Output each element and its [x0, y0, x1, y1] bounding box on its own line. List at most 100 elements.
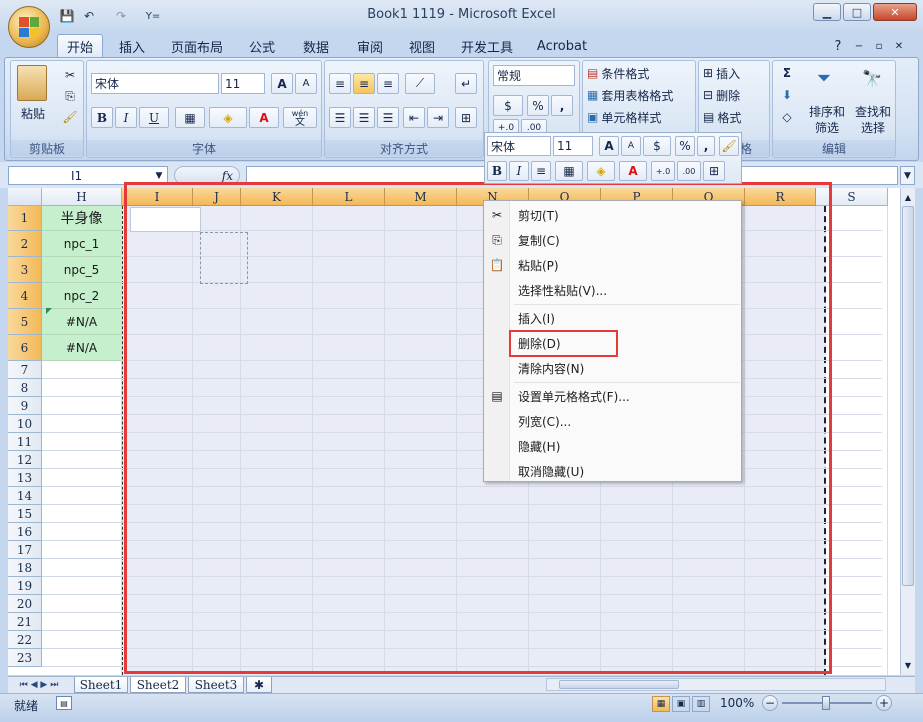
cell-h7[interactable] [42, 361, 122, 379]
vertical-scrollbar[interactable]: ▲ ▼ [900, 188, 915, 675]
cell-h14[interactable] [42, 487, 122, 505]
underline-button[interactable]: U [139, 107, 169, 128]
paste-button[interactable]: 粘贴 [13, 103, 53, 123]
expand-formula-icon[interactable]: ▼ [900, 166, 915, 185]
row-header-18[interactable]: 18 [8, 559, 42, 577]
context-menu-item[interactable]: 插入(I) [484, 306, 741, 330]
ribbon-minimize-icon[interactable]: − [852, 34, 866, 58]
row-header-10[interactable]: 10 [8, 415, 42, 433]
cell-h19[interactable] [42, 577, 122, 595]
mini-font-select[interactable]: 宋体 [487, 136, 551, 156]
tab-view[interactable]: 视图 [402, 34, 442, 58]
row-header-7[interactable]: 7 [8, 361, 42, 379]
conditional-format-button[interactable]: ▤ 条件格式 [587, 63, 691, 83]
row-header-13[interactable]: 13 [8, 469, 42, 487]
row-header-22[interactable]: 22 [8, 631, 42, 649]
row-header-5[interactable]: 5 [8, 309, 42, 335]
tab-acrobat[interactable]: Acrobat [532, 34, 592, 58]
cell-h9[interactable] [42, 397, 122, 415]
align-left-icon[interactable]: ☰ [329, 107, 351, 128]
comma-button[interactable]: , [551, 95, 573, 116]
number-format-select[interactable]: 常规 [493, 65, 575, 86]
cell-h13[interactable] [42, 469, 122, 487]
align-right-icon[interactable]: ☰ [377, 107, 399, 128]
select-all-corner[interactable] [8, 188, 42, 206]
cell-h17[interactable] [42, 541, 122, 559]
insert-cells-button[interactable]: ⊞ 插入 [703, 63, 767, 83]
format-painter-icon[interactable]: 🖌 [61, 107, 79, 127]
sheet-tab-sheet1[interactable]: Sheet1 [74, 677, 128, 693]
close-button[interactable]: ✕ [873, 3, 917, 21]
mini-shrink-font-icon[interactable]: A [621, 136, 641, 156]
sheet-nav-icons[interactable]: ⏮ ◀ ▶ ⏭ [10, 678, 68, 692]
orientation-icon[interactable]: ⟋ [405, 73, 435, 94]
cell-h4[interactable]: npc_2 [42, 283, 122, 309]
fill-color-icon[interactable]: ◈ [209, 107, 247, 128]
tab-data[interactable]: 数据 [296, 34, 336, 58]
cell-h5[interactable]: #N/A [42, 309, 122, 335]
cell-h3[interactable]: npc_5 [42, 257, 122, 283]
mini-merge-icon[interactable]: ⊞ [703, 161, 725, 181]
borders-icon[interactable]: ▦ [175, 107, 205, 128]
zoom-level[interactable]: 100% [720, 696, 754, 710]
row-header-16[interactable]: 16 [8, 523, 42, 541]
align-middle-icon[interactable]: ≡ [353, 73, 375, 94]
cell-h15[interactable] [42, 505, 122, 523]
shrink-font-button[interactable]: A [295, 73, 317, 94]
zoom-in-button[interactable]: + [876, 695, 892, 711]
row-header-8[interactable]: 8 [8, 379, 42, 397]
tab-formulas[interactable]: 公式 [242, 34, 282, 58]
error-indicator-icon[interactable] [46, 308, 52, 314]
hscroll-thumb[interactable] [559, 680, 679, 689]
fill-icon[interactable]: ⬇ [777, 85, 797, 105]
clear-icon[interactable]: ◇ [777, 107, 797, 127]
mini-borders-icon[interactable]: ▦ [555, 161, 583, 181]
mini-currency-icon[interactable]: $ [643, 136, 671, 156]
filter-label[interactable]: 筛选 [805, 117, 849, 137]
context-menu-item[interactable]: ⎘ 复制(C) [484, 228, 741, 252]
cell-h22[interactable] [42, 631, 122, 649]
cell-h12[interactable] [42, 451, 122, 469]
currency-icon[interactable]: $ [493, 95, 523, 116]
cell-h1[interactable]: 半身像 [42, 206, 122, 231]
wrap-text-icon[interactable]: ↵ [455, 73, 477, 94]
row-header-15[interactable]: 15 [8, 505, 42, 523]
paste-icon[interactable] [17, 65, 47, 101]
row-header-6[interactable]: 6 [8, 335, 42, 361]
cell-h10[interactable] [42, 415, 122, 433]
sort-filter-icon[interactable]: ⏷ [809, 65, 839, 91]
mini-percent-button[interactable]: % [675, 136, 695, 156]
zoom-out-button[interactable]: − [762, 695, 778, 711]
context-menu-item[interactable]: 取消隐藏(U) [484, 459, 741, 483]
horizontal-scrollbar[interactable] [546, 678, 886, 691]
context-menu-item[interactable]: ✂ 剪切(T) [484, 203, 741, 227]
cell-h2[interactable]: npc_1 [42, 231, 122, 257]
cell-h18[interactable] [42, 559, 122, 577]
mini-fill-color-icon[interactable]: ◈ [587, 161, 615, 181]
autosum-icon[interactable]: Σ [777, 63, 797, 83]
row-header-14[interactable]: 14 [8, 487, 42, 505]
normal-view-icon[interactable]: ▦ [652, 696, 670, 712]
cut-icon[interactable]: ✂ [61, 65, 79, 85]
mini-format-painter-icon[interactable]: 🖌 [719, 136, 739, 156]
page-layout-view-icon[interactable]: ▣ [672, 696, 690, 712]
increase-indent-icon[interactable]: ⇥ [427, 107, 449, 128]
sheet-tab-sheet2[interactable]: Sheet2 [130, 677, 186, 693]
new-sheet-icon[interactable]: ✱ [246, 677, 272, 693]
decrease-indent-icon[interactable]: ⇤ [403, 107, 425, 128]
mini-decrease-decimal-icon[interactable]: .00 [677, 161, 701, 181]
delete-cells-button[interactable]: ⊟ 删除 [703, 85, 767, 105]
mini-size-select[interactable]: 11 [553, 136, 593, 156]
context-menu-item[interactable]: 📋 粘贴(P) [484, 253, 741, 277]
tab-page-layout[interactable]: 页面布局 [166, 34, 228, 58]
mini-center-icon[interactable]: ≡ [531, 161, 551, 181]
mini-font-color-icon[interactable]: A [619, 161, 647, 181]
minimize-button[interactable]: ▁ [813, 3, 841, 21]
zoom-slider-thumb[interactable] [822, 696, 830, 710]
grow-font-button[interactable]: A [271, 73, 293, 94]
help-icon[interactable]: ? [830, 34, 846, 58]
column-header-h[interactable]: H [42, 188, 122, 206]
align-center-icon[interactable]: ☰ [353, 107, 375, 128]
ribbon-restore-icon[interactable]: ▫ [872, 34, 886, 58]
percent-button[interactable]: % [527, 95, 549, 116]
